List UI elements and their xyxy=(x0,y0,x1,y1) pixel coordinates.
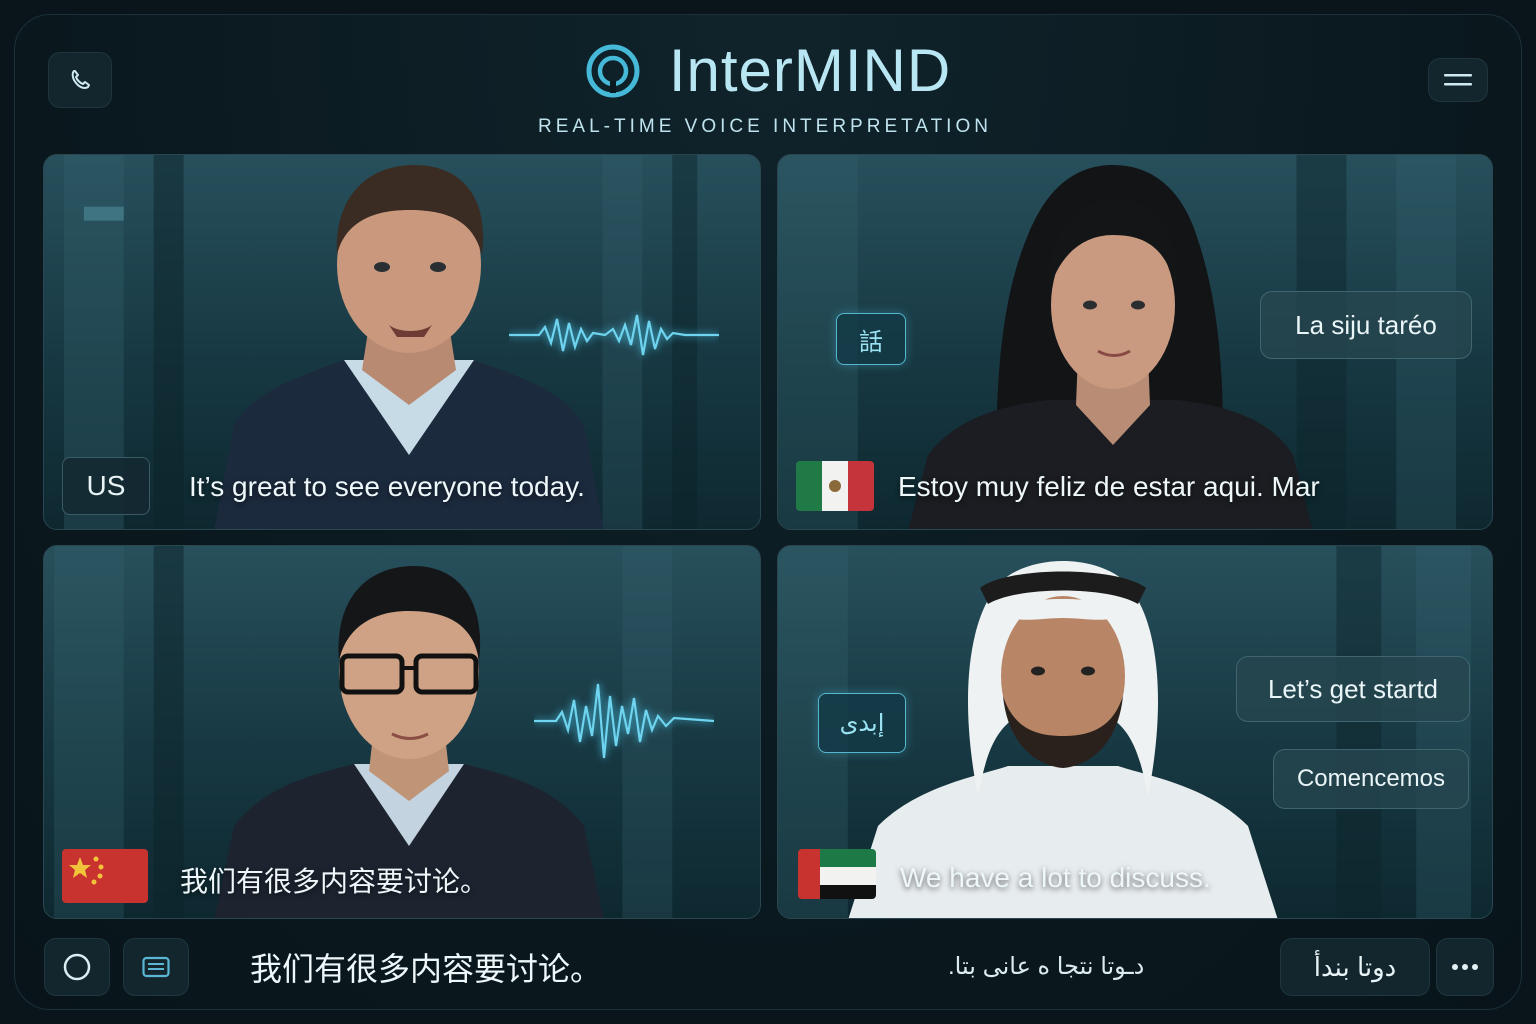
video-tile-uae[interactable]: إبدى Let’s get startd Comencemos We have… xyxy=(777,545,1493,919)
app-title: InterMIND xyxy=(668,37,952,104)
translation-bubble-english: Let’s get startd xyxy=(1236,656,1470,722)
record-button[interactable] xyxy=(44,938,110,996)
menu-icon xyxy=(1444,74,1472,86)
uae-flag-icon xyxy=(798,849,876,899)
video-tile-china[interactable]: 我们有很多内容要讨论。 xyxy=(43,545,761,919)
app-subtitle: REAL-TIME VOICE INTERPRETATION xyxy=(538,116,992,137)
china-flag-icon xyxy=(62,849,148,903)
mexico-flag-icon xyxy=(796,461,874,511)
caption-mexico: Estoy muy feliz de estar aqui. Mar xyxy=(898,471,1320,502)
voice-waveform xyxy=(509,314,719,356)
language-select-button[interactable]: دوتا بندأ xyxy=(1280,938,1430,996)
translation-badge-mexico: 話 xyxy=(836,313,906,365)
chat-button[interactable] xyxy=(123,938,189,996)
video-tile-us[interactable]: US It’s great to see everyone today. xyxy=(43,154,761,530)
circle-icon xyxy=(63,953,91,981)
transcript-chinese: 我们有很多内容要讨论。 xyxy=(250,950,603,988)
transcript-arabic: دـوتا نتجا ه عانى بتا. xyxy=(948,953,1145,980)
caption-china: 我们有很多内容要讨论。 xyxy=(180,865,489,898)
menu-button[interactable] xyxy=(1428,58,1488,102)
translation-badge-uae: إبدى xyxy=(818,693,906,753)
voice-waveform xyxy=(534,683,714,759)
language-badge-us: US xyxy=(62,457,150,515)
more-button[interactable] xyxy=(1436,938,1494,996)
translation-bubble-spanish: Comencemos xyxy=(1273,749,1469,809)
translation-bubble: La siju taréo xyxy=(1260,291,1472,359)
brand-header: InterMIND xyxy=(0,36,1536,105)
caption-uae: We have a lot to discuss. xyxy=(900,862,1211,893)
video-tile-mexico[interactable]: 話 La siju taréo Estoy muy feliz de estar… xyxy=(777,154,1493,530)
intermind-logo-icon xyxy=(586,44,640,97)
keyboard-icon xyxy=(142,956,170,978)
caption-us: It’s great to see everyone today. xyxy=(189,471,585,502)
more-icon xyxy=(1452,964,1478,970)
